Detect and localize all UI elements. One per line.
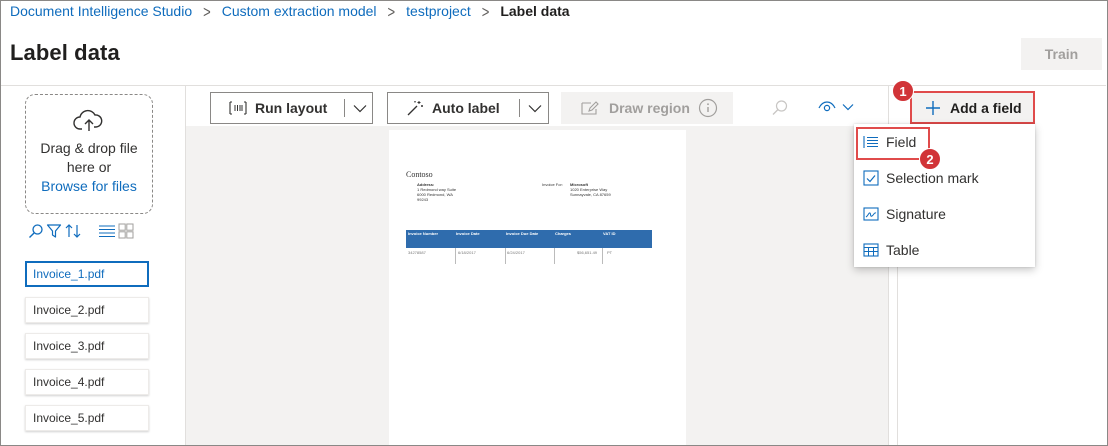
add-field-button[interactable]: Add a field (910, 91, 1035, 124)
doc-address-line: 99243 (417, 197, 429, 202)
draw-region-button[interactable]: Draw region (561, 92, 733, 124)
zoom-search-icon[interactable] (771, 99, 789, 122)
menu-item-label: Selection mark (886, 170, 979, 186)
doc-company: Contoso (406, 170, 433, 179)
drop-text-line1: Drag & drop file (40, 140, 138, 156)
breadcrumb-studio[interactable]: Document Intelligence Studio (10, 3, 192, 19)
list-view-icon[interactable] (98, 223, 116, 244)
doc-table-rule (602, 248, 603, 264)
doc-table-cell: $56,651.49 (577, 250, 598, 255)
plus-icon (925, 100, 941, 116)
chevron-right-icon: > (481, 1, 490, 21)
run-layout-label: Run layout (255, 100, 328, 116)
grid-view-icon[interactable] (118, 223, 134, 244)
doc-table-cell: 34278587 (408, 250, 426, 255)
split-divider (344, 99, 345, 117)
sort-icon[interactable] (64, 223, 82, 244)
auto-label-label: Auto label (432, 100, 500, 116)
split-divider (519, 99, 520, 117)
checkbox-icon (862, 170, 880, 186)
filter-icon[interactable] (46, 223, 62, 244)
document-page[interactable]: Contoso Address: 1 Redmond way Suite 600… (389, 130, 686, 445)
menu-item-label: Table (886, 242, 920, 258)
visibility-toggle[interactable] (817, 99, 855, 120)
run-layout-icon (229, 101, 247, 115)
doc-table-rule (505, 248, 506, 264)
doc-table-header-cell: Invoice Date (456, 231, 480, 236)
doc-table-cell: 6/24/2017 (507, 250, 525, 255)
doc-table-cell: 6/18/2017 (458, 250, 476, 255)
add-field-label: Add a field (950, 99, 1022, 116)
cloud-upload-icon (73, 109, 103, 131)
info-icon[interactable] (698, 98, 718, 118)
breadcrumb: Document Intelligence Studio > Custom ex… (10, 1, 570, 21)
doc-table-rule (554, 248, 555, 264)
doc-table-cell: PT (607, 250, 613, 255)
file-item[interactable]: Invoice_1.pdf (25, 261, 149, 287)
doc-table-rule (455, 248, 456, 264)
run-layout-button[interactable]: Run layout (210, 92, 373, 124)
menu-item-signature[interactable]: Signature (854, 196, 1035, 232)
doc-invoice-for-line: Sunnayvale, CA 87659 (570, 192, 611, 197)
doc-table-header-cell: VAT ID (603, 231, 616, 236)
step-badge: 1 (892, 80, 914, 102)
file-item[interactable]: Invoice_3.pdf (25, 333, 149, 359)
chevron-down-icon[interactable] (527, 100, 543, 119)
eye-icon (817, 99, 837, 120)
doc-table-header-cell: Invoice Due Date (506, 231, 539, 236)
drop-text-line2: here or (66, 159, 112, 175)
auto-label-button[interactable]: Auto label (387, 92, 549, 124)
breadcrumb-current: Label data (500, 3, 570, 19)
search-icon[interactable] (28, 223, 44, 244)
file-item[interactable]: Invoice_4.pdf (25, 369, 149, 395)
step-badge: 2 (919, 148, 941, 170)
doc-table-header-cell: Charges (555, 231, 572, 236)
doc-invoice-for-label: Invoice For: (542, 182, 563, 187)
menu-item-label: Signature (886, 206, 946, 222)
breadcrumb-custom-model[interactable]: Custom extraction model (222, 3, 377, 19)
chevron-right-icon: > (203, 1, 211, 21)
table-icon (862, 243, 880, 257)
file-drop-zone[interactable]: Drag & drop file here or Browse for file… (25, 94, 153, 214)
chevron-down-icon (841, 100, 855, 119)
file-list-toolbar (28, 222, 136, 244)
draw-region-icon (581, 100, 599, 116)
file-item[interactable]: Invoice_5.pdf (25, 405, 149, 431)
chevron-right-icon: > (387, 1, 396, 21)
draw-region-label: Draw region (609, 100, 690, 116)
breadcrumb-project[interactable]: testproject (406, 3, 471, 19)
signature-icon (862, 206, 880, 222)
chevron-down-icon[interactable] (352, 100, 368, 119)
browse-files-link[interactable]: Browse for files (26, 177, 152, 196)
train-button[interactable]: Train (1021, 38, 1102, 70)
file-item[interactable]: Invoice_2.pdf (25, 297, 149, 323)
magic-wand-icon (406, 100, 424, 116)
menu-item-selection-mark[interactable]: Selection mark (854, 160, 1035, 196)
menu-item-table[interactable]: Table (854, 232, 1035, 268)
page-title: Label data (10, 40, 120, 65)
doc-table-header-cell: Invoice Number (408, 231, 439, 236)
doc-table-header: Invoice Number Invoice Date Invoice Due … (406, 230, 652, 248)
